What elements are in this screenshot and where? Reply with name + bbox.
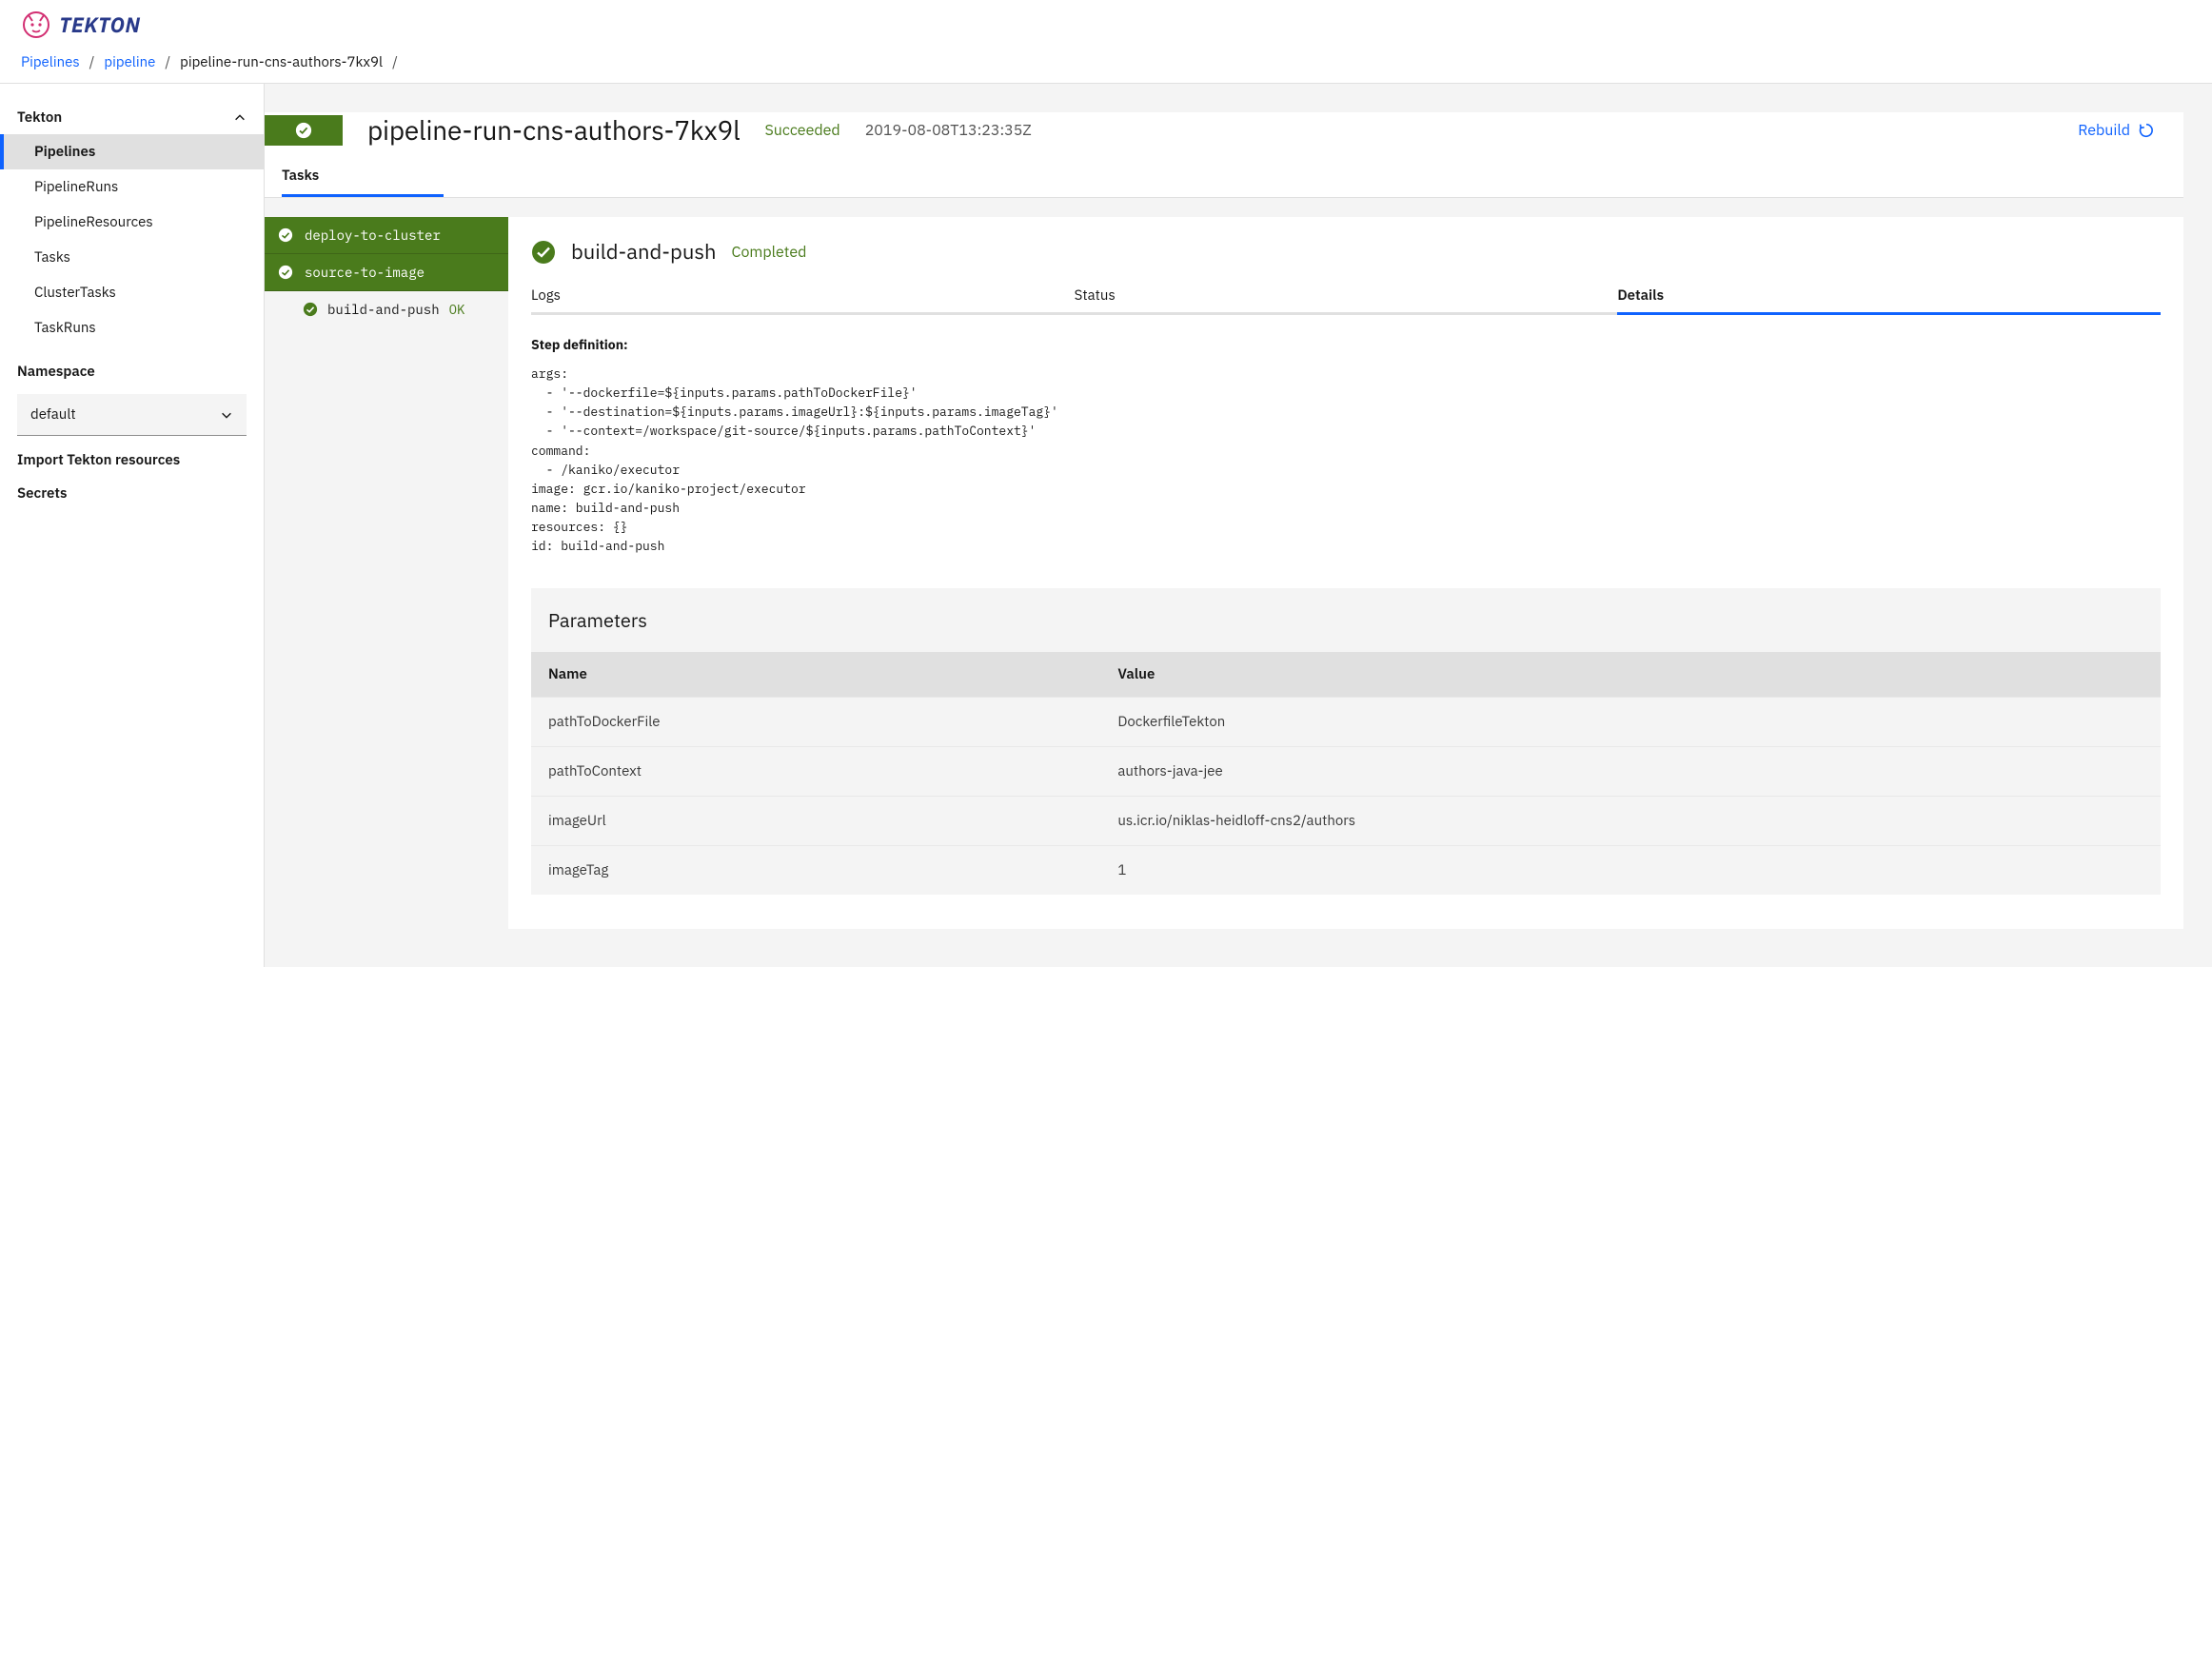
sidebar-import-link[interactable]: Import Tekton resources (0, 436, 264, 469)
task-row-deploy-to-cluster[interactable]: deploy-to-cluster (265, 217, 508, 254)
namespace-label: Namespace (0, 345, 264, 386)
step-name: build-and-push (327, 301, 440, 318)
check-circle-icon (278, 227, 293, 243)
step-title: build-and-push (571, 238, 717, 266)
param-name: imageTag (531, 846, 1100, 896)
check-circle-icon (278, 265, 293, 280)
breadcrumb-sep: / (89, 53, 95, 71)
sub-tab-logs[interactable]: Logs (531, 279, 1075, 315)
param-name: imageUrl (531, 797, 1100, 846)
param-value: authors-java-jee (1100, 747, 2161, 797)
run-card: pipeline-run-cns-authors-7kx9l Succeeded… (265, 112, 2183, 198)
shell: Tekton Pipelines PipelineRuns PipelineRe… (0, 84, 2212, 967)
param-row: imageTag 1 (531, 846, 2161, 896)
task-row-source-to-image[interactable]: source-to-image (265, 254, 508, 291)
rebuild-label: Rebuild (2078, 121, 2130, 140)
check-circle-icon (295, 122, 312, 139)
sidebar-item-tasks[interactable]: Tasks (0, 240, 264, 275)
param-value: 1 (1100, 846, 2161, 896)
run-tabs: Tasks (265, 157, 2183, 198)
tekton-cat-icon (21, 10, 51, 40)
run-title: pipeline-run-cns-authors-7kx9l (367, 112, 741, 148)
breadcrumb-current: pipeline-run-cns-authors-7kx9l (180, 53, 383, 71)
chevron-down-icon (220, 408, 233, 422)
namespace-select[interactable]: default (17, 394, 247, 436)
content: pipeline-run-cns-authors-7kx9l Succeeded… (265, 84, 2212, 967)
breadcrumb-sep: / (392, 53, 398, 71)
namespace-value: default (30, 405, 76, 424)
sidebar-list: Pipelines PipelineRuns PipelineResources… (0, 134, 264, 345)
param-value: DockerfileTekton (1100, 698, 2161, 747)
sidebar-group-tekton[interactable]: Tekton (0, 101, 264, 134)
task-name: source-to-image (305, 264, 425, 281)
task-step-build-and-push[interactable]: build-and-push OK (265, 291, 508, 327)
step-status: Completed (732, 243, 807, 262)
sub-tab-details[interactable]: Details (1617, 279, 2161, 315)
sidebar-item-clustertasks[interactable]: ClusterTasks (0, 275, 264, 310)
topbar: TEKTON Pipelines / pipeline / pipeline-r… (0, 0, 2212, 84)
run-timestamp: 2019-08-08T13:23:35Z (865, 121, 1032, 140)
run-body: deploy-to-cluster source-to-image build-… (265, 217, 2183, 929)
param-name: pathToContext (531, 747, 1100, 797)
step-sub-tabs: Logs Status Details (531, 279, 2161, 315)
breadcrumb-link-pipelines[interactable]: Pipelines (21, 53, 80, 71)
sidebar-item-pipelineresources[interactable]: PipelineResources (0, 205, 264, 240)
sidebar-group-label: Tekton (17, 109, 62, 127)
sidebar-secrets-link[interactable]: Secrets (0, 469, 264, 503)
param-row: pathToContext authors-java-jee (531, 747, 2161, 797)
details-panel: build-and-push Completed Logs Status Det… (508, 217, 2183, 929)
sidebar-item-pipelines[interactable]: Pipelines (0, 134, 264, 169)
tab-tasks[interactable]: Tasks (282, 157, 444, 197)
sidebar-item-taskruns[interactable]: TaskRuns (0, 310, 264, 345)
sidebar-item-pipelineruns[interactable]: PipelineRuns (0, 169, 264, 205)
param-name: pathToDockerFile (531, 698, 1100, 747)
check-circle-icon (531, 240, 556, 265)
param-value: us.icr.io/niklas-heidloff-cns2/authors (1100, 797, 2161, 846)
sidebar: Tekton Pipelines PipelineRuns PipelineRe… (0, 84, 265, 967)
refresh-icon (2138, 122, 2155, 139)
params-header-name: Name (531, 652, 1100, 698)
logo-text: TEKTON (59, 11, 140, 39)
rebuild-button[interactable]: Rebuild (2078, 121, 2155, 140)
params-header-value: Value (1100, 652, 2161, 698)
task-list: deploy-to-cluster source-to-image build-… (265, 217, 508, 929)
step-definition-yaml: args: - '--dockerfile=${inputs.params.pa… (531, 365, 2161, 556)
param-row: pathToDockerFile DockerfileTekton (531, 698, 2161, 747)
breadcrumb: Pipelines / pipeline / pipeline-run-cns-… (21, 53, 2193, 71)
parameters-section: Parameters Name Value pathToDockerFile D… (531, 588, 2161, 895)
step-definition-label: Step definition: (531, 336, 2161, 353)
step-header: build-and-push Completed (531, 238, 2161, 266)
param-row: imageUrl us.icr.io/niklas-heidloff-cns2/… (531, 797, 2161, 846)
task-name: deploy-to-cluster (305, 227, 441, 244)
parameters-table: Name Value pathToDockerFile DockerfileTe… (531, 652, 2161, 895)
breadcrumb-link-pipeline[interactable]: pipeline (104, 53, 155, 71)
run-status-chip (265, 115, 343, 146)
logo[interactable]: TEKTON (21, 10, 2193, 40)
sub-tab-status[interactable]: Status (1075, 279, 1618, 315)
step-status-ok: OK (449, 301, 465, 318)
parameters-title: Parameters (531, 588, 2161, 652)
run-status-text: Succeeded (765, 121, 840, 140)
chevron-up-icon (233, 111, 247, 125)
run-header: pipeline-run-cns-authors-7kx9l Succeeded… (265, 112, 2183, 148)
breadcrumb-sep: / (165, 53, 170, 71)
check-circle-icon (303, 302, 318, 317)
